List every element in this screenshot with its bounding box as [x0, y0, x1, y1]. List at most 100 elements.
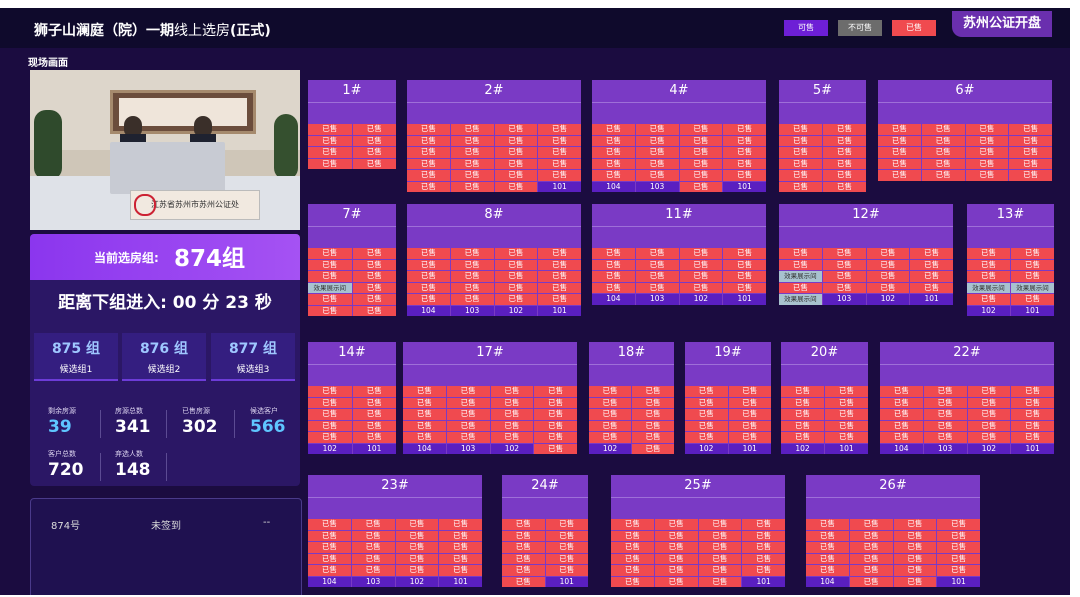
unit-cell-sold: 已售 [407, 147, 450, 158]
building-subheader [779, 102, 866, 124]
unit-cell-sold: 已售 [679, 135, 723, 146]
unit-cell-available[interactable]: 101 [439, 576, 482, 587]
unit-cell-sold: 已售 [589, 386, 631, 397]
unit-cell-sold: 已售 [611, 542, 654, 553]
building-22: 22# 已售 已售 已售 已售 已售 已售 已售 已售 已售 已售 已售 已售 已售 已售 已售 已售 已售 已售已… [880, 342, 1054, 454]
unit-cell-sold: 已售 [446, 386, 490, 397]
unit-cell-available[interactable]: 101 [825, 443, 868, 454]
person-head [124, 116, 142, 136]
unit-cell-sold: 已售 [407, 158, 450, 169]
unit-cell-available[interactable]: 102 [494, 305, 538, 316]
unit-cell-available[interactable]: 102 [308, 443, 352, 454]
unit-cell-sold: 已售 [494, 271, 538, 282]
unit-cell-available[interactable]: 104 [806, 576, 849, 587]
unit-cell-sold: 已售 [352, 135, 396, 146]
unit-cell-sold: 已售 [407, 271, 450, 282]
unit-cell-available[interactable]: 104 [880, 443, 923, 454]
unit-cell-sold: 已售 [352, 271, 396, 282]
unit-cell-sold: 已售 [965, 124, 1009, 135]
unit-cell-available[interactable]: 101 [538, 305, 581, 316]
unit-cell-sold: 已售 [893, 553, 937, 564]
unit-cell-available[interactable]: 101 [352, 443, 396, 454]
unit-cell-available[interactable]: 102 [781, 443, 824, 454]
unit-cell-sold: 已售 [403, 409, 446, 420]
unit-cell-available[interactable]: 102 [685, 443, 728, 454]
unit-cell-available[interactable]: 102 [679, 294, 723, 305]
unit-cell-sold: 已售 [538, 147, 581, 158]
unit-cell-available[interactable]: 104 [403, 443, 446, 454]
unit-cell-sold: 已售 [632, 443, 674, 454]
unit-cell-available[interactable]: 103 [450, 305, 494, 316]
unit-cell-available[interactable]: 101 [1011, 443, 1054, 454]
unit-cell-available[interactable]: 103 [923, 443, 967, 454]
unit-cell-sold: 已售 [450, 282, 494, 293]
building-title: 14# [338, 345, 366, 360]
unit-cell-available[interactable]: 102 [967, 305, 1010, 316]
unit-cell-sold: 已售 [654, 542, 698, 553]
unit-cell-sold: 已售 [1011, 294, 1054, 305]
unit-cell-available[interactable]: 102 [589, 443, 631, 454]
unit-cell-sold: 已售 [923, 386, 967, 397]
unit-cell-sold: 已售 [1011, 409, 1054, 420]
building-subheader [403, 364, 577, 386]
unit-cell-available[interactable]: 101 [728, 443, 771, 454]
unit-cell-available[interactable]: 103 [351, 576, 395, 587]
unit-cell-sold: 已售 [685, 386, 728, 397]
unit-cell-available[interactable]: 102 [490, 443, 534, 454]
unit-cell-sold: 已售 [395, 553, 439, 564]
unit-cell-available[interactable]: 101 [910, 294, 953, 305]
unit-cell-sold: 已售 [825, 432, 868, 443]
unit-cell-available[interactable]: 101 [723, 181, 766, 192]
unit-grid: 已售 已售 已售 已售 已售 已售 已售 已售 已售 已售 已售 已售 已售 已售 已售 已售 已售 已售 已售 已售… [880, 386, 1054, 454]
unit-grid: 已售 已售 已售 已售 已售 已售 效果展示间 已售 已售 已售 已售 已售 [308, 248, 396, 316]
building-8: 8# 已售 已售 已售 已售 已售 已售 已售 已售 已售 已售 已售 已售 已售 已售 已售 已售 已售 已售 已售… [407, 204, 581, 316]
unit-cell-available[interactable]: 104 [592, 181, 635, 192]
live-video[interactable]: 江苏省苏州市苏州公证处 [30, 70, 300, 230]
unit-cell-available[interactable]: 101 [742, 576, 785, 587]
stat-value: 720 [48, 460, 84, 480]
unit-cell-available[interactable]: 103 [635, 181, 679, 192]
unit-cell-available[interactable]: 103 [635, 294, 679, 305]
unit-cell-available[interactable]: 101 [723, 294, 766, 305]
building-title: 23# [381, 478, 409, 493]
unit-cell-available[interactable]: 101 [1011, 305, 1054, 316]
unit-cell-available[interactable]: 102 [967, 443, 1011, 454]
unit-cell-sold: 已售 [679, 147, 723, 158]
unit-cell-sold: 已售 [494, 170, 538, 181]
unit-cell-sold: 已售 [446, 432, 490, 443]
building-subheader [611, 497, 785, 519]
unit-cell-sold: 已售 [490, 409, 534, 420]
unit-cell-sold: 已售 [538, 135, 581, 146]
unit-cell-available[interactable]: 101 [937, 576, 980, 587]
unit-cell-available[interactable]: 102 [395, 576, 439, 587]
unit-cell-sold: 已售 [635, 147, 679, 158]
unit-cell-sold: 已售 [494, 282, 538, 293]
stat-divider [100, 410, 101, 438]
unit-cell-sold: 已售 [450, 248, 494, 259]
notary-tab[interactable]: 苏州公证开盘 [952, 11, 1052, 37]
unit-cell-sold: 已售 [779, 248, 822, 259]
unit-grid: 已售 已售 已售 已售 已售 已售 已售 已售 已售 已售 已售 已售 已售 已售 已售 已售 104 103 10… [592, 248, 766, 305]
unit-cell-sold: 已售 [921, 158, 965, 169]
unit-cell-available[interactable]: 103 [822, 294, 866, 305]
unit-cell-available[interactable]: 101 [538, 181, 581, 192]
unit-cell-available[interactable]: 104 [308, 576, 351, 587]
unit-cell-sold: 已售 [494, 259, 538, 270]
building-subheader [592, 102, 766, 124]
unit-cell-available[interactable]: 103 [446, 443, 490, 454]
unit-cell-sold: 已售 [502, 576, 545, 587]
unit-cell-sold: 已售 [878, 135, 921, 146]
unit-cell-available[interactable]: 101 [545, 576, 588, 587]
unit-cell-sold: 已售 [308, 124, 352, 135]
unit-cell-sold: 已售 [779, 124, 822, 135]
unit-cell-available[interactable]: 102 [866, 294, 910, 305]
app-title: 狮子山澜庭（院）一期线上选房(正式) [34, 20, 271, 40]
unit-cell-sold: 已售 [494, 147, 538, 158]
unit-cell-available[interactable]: 104 [407, 305, 450, 316]
unit-cell-sold: 已售 [403, 420, 446, 431]
unit-cell-sold: 已售 [679, 282, 723, 293]
unit-cell-available[interactable]: 104 [592, 294, 635, 305]
queue-extra: -- [263, 517, 271, 528]
unit-cell-sold: 已售 [728, 420, 771, 431]
building-4: 4# 已售 已售 已售 已售 已售 已售 已售 已售 已售 已售 已售 已售 已售 已售 已售 已售 已售 已售 已售… [592, 80, 766, 192]
